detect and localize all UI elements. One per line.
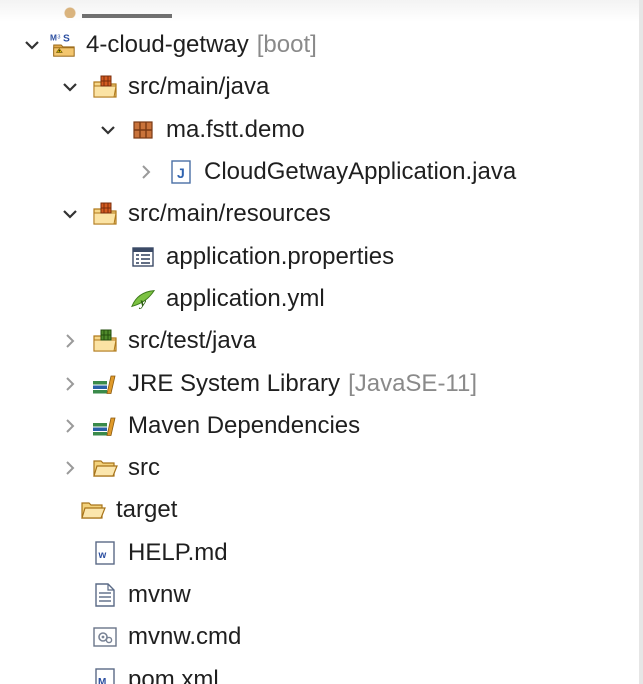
maven-pom-icon: M — [92, 667, 118, 684]
chevron-down-icon[interactable] — [60, 202, 80, 226]
package-explorer-tree[interactable]: M 3 S 4-cloud-getway [boot] src/main/jav… — [0, 24, 639, 684]
properties-file-icon — [130, 244, 156, 270]
markdown-file-icon: w — [92, 540, 118, 566]
chevron-right-icon[interactable] — [136, 160, 156, 184]
tree-item-label: mvnw — [128, 581, 191, 608]
tree-item-label: ma.fstt.demo — [166, 115, 305, 143]
clipped-previous-row — [0, 0, 643, 22]
java-file-icon: J — [168, 159, 194, 185]
maven-spring-project-icon: M 3 S — [50, 32, 76, 58]
svg-text:w: w — [98, 550, 107, 561]
yaml-file-icon: y — [130, 286, 156, 312]
tree-item-maven-dependencies[interactable]: Maven Dependencies — [0, 405, 639, 447]
chevron-right-icon[interactable] — [60, 372, 80, 396]
test-source-folder-icon — [92, 328, 118, 354]
tree-item-label: src/main/resources — [128, 200, 331, 228]
tree-item-label: application.yml — [166, 284, 325, 312]
library-icon — [92, 413, 118, 439]
tree-item-label: CloudGetwayApplication.java — [204, 158, 517, 186]
tree-item-label: application.properties — [166, 242, 395, 270]
svg-text:3: 3 — [57, 35, 60, 41]
tree-item-mvnw[interactable]: mvnw — [0, 574, 639, 616]
tree-item-label: src — [128, 454, 160, 482]
svg-text:S: S — [63, 33, 70, 44]
tree-item-application-yml[interactable]: y application.yml — [0, 278, 639, 320]
tree-item-src-test-java[interactable]: src/test/java — [0, 320, 639, 362]
tree-item-label: HELP.md — [128, 538, 228, 566]
tree-item-label: pom.xml — [128, 665, 219, 684]
tree-item-src-main-resources[interactable]: src/main/resources — [0, 193, 639, 235]
tree-item-label: target — [116, 496, 178, 524]
tree-item-label: JRE System Library — [128, 369, 341, 397]
tree-item-src-main-java[interactable]: src/main/java — [0, 66, 639, 108]
tree-item-pom-xml[interactable]: M pom.xml — [0, 658, 639, 684]
source-folder-icon — [92, 201, 118, 227]
tree-item-label: mvnw.cmd — [128, 623, 242, 651]
library-icon — [92, 371, 118, 397]
chevron-right-icon[interactable] — [60, 329, 80, 353]
svg-text:J: J — [177, 165, 185, 181]
tree-item-src[interactable]: src — [0, 447, 639, 489]
svg-text:M: M — [98, 677, 106, 684]
tree-item-label: 4-cloud-getway — [86, 31, 249, 59]
tree-item-jre-system-library[interactable]: JRE System Library [JavaSE-11] — [0, 362, 639, 404]
tree-item-target[interactable]: target — [0, 489, 639, 531]
tree-item-java-file[interactable]: J CloudGetwayApplication.java — [0, 151, 639, 193]
tree-item-label: Maven Dependencies — [128, 411, 361, 439]
text-file-icon — [92, 582, 118, 608]
tree-item-label: src/test/java — [128, 327, 257, 355]
source-folder-icon — [92, 74, 118, 100]
tree-item-label: src/main/java — [128, 73, 270, 101]
chevron-down-icon[interactable] — [60, 75, 80, 99]
folder-icon — [92, 455, 118, 481]
cmd-file-icon — [92, 624, 118, 650]
tree-item-application-properties[interactable]: application.properties — [0, 235, 639, 277]
chevron-down-icon[interactable] — [22, 33, 42, 57]
tree-item-decoration: [boot] — [256, 31, 317, 59]
tree-item-help-md[interactable]: w HELP.md — [0, 532, 639, 574]
clipped-row-remnant — [60, 6, 220, 18]
svg-text:y: y — [138, 294, 146, 309]
chevron-right-icon[interactable] — [60, 456, 80, 480]
folder-icon — [80, 497, 106, 523]
tree-item-mvnw-cmd[interactable]: mvnw.cmd — [0, 616, 639, 658]
tree-item-decoration: [JavaSE-11] — [348, 369, 478, 397]
chevron-right-icon[interactable] — [60, 414, 80, 438]
tree-item-package[interactable]: ma.fstt.demo — [0, 109, 639, 151]
chevron-down-icon[interactable] — [98, 118, 118, 142]
tree-item-project[interactable]: M 3 S 4-cloud-getway [boot] — [0, 24, 639, 66]
view-edge — [639, 0, 643, 684]
package-icon — [130, 117, 156, 143]
svg-text:M: M — [50, 32, 57, 42]
